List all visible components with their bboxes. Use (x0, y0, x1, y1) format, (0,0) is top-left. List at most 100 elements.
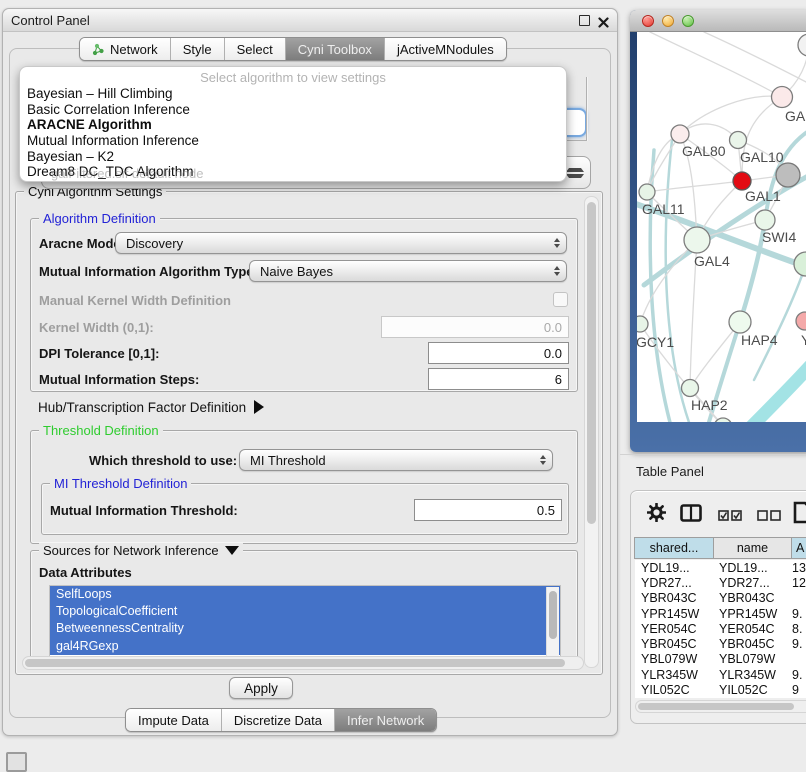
expand-arrow-icon[interactable] (254, 400, 264, 414)
tab-discretize-data[interactable]: Discretize Data (222, 709, 335, 731)
table-cell[interactable]: 9. (790, 668, 806, 682)
settings-vertical-scrollbar[interactable] (584, 196, 599, 668)
table-cell[interactable]: YDL19... (635, 561, 713, 575)
mi-steps-field[interactable] (428, 368, 569, 390)
network-canvas[interactable]: GALGAL80GAL10GAL1GAL11SWI4GAL4GCY1HAP4YH… (637, 32, 806, 422)
table-cell[interactable]: YBL079W (635, 652, 713, 666)
close-icon[interactable] (598, 15, 609, 26)
column-header-name[interactable]: name (713, 537, 792, 559)
table-cell[interactable]: YER054C (713, 622, 790, 636)
table-row[interactable]: YLR345WYLR345W9. (635, 667, 806, 682)
tab-infer-network[interactable]: Infer Network (335, 709, 436, 731)
network-node-swi4[interactable] (755, 210, 775, 230)
which-threshold-combo[interactable]: MI Threshold (239, 449, 553, 471)
table-cell[interactable]: YDL19... (713, 561, 790, 575)
mi-threshold-field[interactable] (414, 499, 562, 521)
network-node-hap4[interactable] (729, 311, 751, 333)
table-row[interactable]: YBR045CYBR045C9. (635, 636, 806, 651)
inference-algorithm-combo-fragment[interactable] (566, 108, 587, 137)
scrollbar-thumb[interactable] (587, 202, 596, 524)
network-node-gal80[interactable] (671, 125, 689, 143)
table-row[interactable]: YDL19...YDL19...13 (635, 560, 806, 575)
column-selector-icon[interactable] (680, 504, 702, 527)
table-row[interactable]: YPR145WYPR145W9. (635, 606, 806, 621)
network-node-hap2[interactable] (682, 380, 699, 397)
network-node-gal[interactable] (772, 87, 793, 108)
minimize-traffic-light-icon[interactable] (662, 15, 674, 27)
table-row[interactable]: YDR27...YDR27...12 (635, 575, 806, 590)
attribute-item-selfloops[interactable]: SelfLoops (50, 586, 560, 603)
tab-network[interactable]: Network (80, 38, 171, 60)
table-cell[interactable]: YIL052C (635, 683, 713, 697)
algorithm-option-aracne-algorithm[interactable]: ARACNE Algorithm (20, 117, 566, 133)
close-traffic-light-icon[interactable] (642, 15, 654, 27)
attribute-item-betweennesscentrality[interactable]: BetweennessCentrality (50, 620, 560, 637)
scrollbar-thumb[interactable] (638, 703, 794, 710)
table-row[interactable]: YIL052CYIL052C9 (635, 682, 806, 697)
hub-definition-toggle[interactable]: Hub/Transcription Factor Definition (38, 400, 264, 415)
gear-icon[interactable] (647, 503, 666, 527)
network-edge[interactable] (704, 32, 806, 84)
network-node-gal11[interactable] (639, 184, 655, 200)
network-edge[interactable] (690, 322, 740, 388)
network-graph[interactable]: GALGAL80GAL10GAL1GAL11SWI4GAL4GCY1HAP4YH… (637, 32, 806, 422)
algorithm-option-mutual-information-inference[interactable]: Mutual Information Inference (20, 133, 566, 149)
table-horizontal-scrollbar[interactable] (635, 700, 806, 713)
tab-select[interactable]: Select (225, 38, 286, 60)
attribute-item-gal4rgexp[interactable]: gal4RGexp (50, 638, 560, 655)
clipped-panel-icon[interactable] (6, 752, 27, 772)
network-edge[interactable] (647, 181, 742, 192)
table-cell[interactable]: YDR27... (713, 576, 790, 590)
table-cell[interactable]: 9. (790, 607, 806, 621)
network-node-y[interactable] (796, 312, 806, 330)
new-table-icon[interactable] (793, 501, 806, 529)
settings-horizontal-scrollbar[interactable] (22, 656, 584, 670)
kernel-width-field[interactable] (381, 316, 569, 338)
algorithm-option-bayesian-k2[interactable]: Bayesian – K2 (20, 149, 566, 165)
table-row[interactable]: YBL079WYBL079W (635, 652, 806, 667)
sources-group-title[interactable]: Sources for Network Inference (39, 543, 243, 558)
collapse-arrow-icon[interactable] (225, 546, 239, 555)
float-window-icon[interactable] (579, 15, 590, 26)
table-cell[interactable]: 12 (790, 576, 806, 590)
table-cell[interactable]: YBR045C (713, 637, 790, 651)
network-node[interactable] (794, 252, 806, 276)
table-cell[interactable]: YPR145W (713, 607, 790, 621)
table-cell[interactable]: YLR345W (635, 668, 713, 682)
table-cell[interactable]: 13 (790, 561, 806, 575)
table-cell[interactable]: YBR043C (713, 591, 790, 605)
network-node-gal4[interactable] (684, 227, 710, 253)
apply-button[interactable]: Apply (229, 677, 293, 699)
table-row[interactable]: YER054CYER054C8. (635, 621, 806, 636)
manual-kernel-checkbox[interactable] (553, 292, 568, 307)
table-cell[interactable]: YPR145W (635, 607, 713, 621)
table-cell[interactable]: YBR043C (635, 591, 713, 605)
table-cell[interactable]: YBR045C (635, 637, 713, 651)
dpi-tolerance-field[interactable] (428, 342, 569, 364)
zoom-traffic-light-icon[interactable] (682, 15, 694, 27)
attributes-scrollbar[interactable] (546, 587, 559, 657)
column-header-shared-name[interactable]: shared... (634, 537, 714, 559)
table-cell[interactable]: 9 (790, 683, 806, 697)
control-panel-titlebar[interactable]: Control Panel (3, 9, 617, 32)
algorithm-option-basic-correlation-inference[interactable]: Basic Correlation Inference (20, 102, 566, 118)
network-node-gal10[interactable] (730, 132, 747, 149)
select-all-checkboxes-icon[interactable] (718, 508, 743, 526)
table-cell[interactable]: YIL052C (713, 683, 790, 697)
table-cell[interactable]: YER054C (635, 622, 713, 636)
network-edge[interactable] (742, 366, 806, 422)
scrollbar-thumb[interactable] (549, 591, 557, 639)
attribute-item-topologicalcoefficient[interactable]: TopologicalCoefficient (50, 603, 560, 620)
table-cell[interactable]: YBL079W (713, 652, 790, 666)
table-row[interactable]: YBR043CYBR043C (635, 591, 806, 606)
network-window-titlebar[interactable] (630, 10, 806, 32)
tab-jactivemnodules[interactable]: jActiveMNodules (385, 38, 506, 60)
tab-style[interactable]: Style (171, 38, 225, 60)
scrollbar-thumb[interactable] (25, 659, 565, 667)
mi-algorithm-type-combo[interactable]: Naive Bayes (249, 260, 567, 282)
network-node[interactable] (798, 34, 806, 56)
table-cell[interactable]: YDR27... (635, 576, 713, 590)
network-edge[interactable] (650, 32, 782, 97)
deselect-all-checkboxes-icon[interactable] (757, 508, 782, 526)
table-cell[interactable]: 8. (790, 622, 806, 636)
